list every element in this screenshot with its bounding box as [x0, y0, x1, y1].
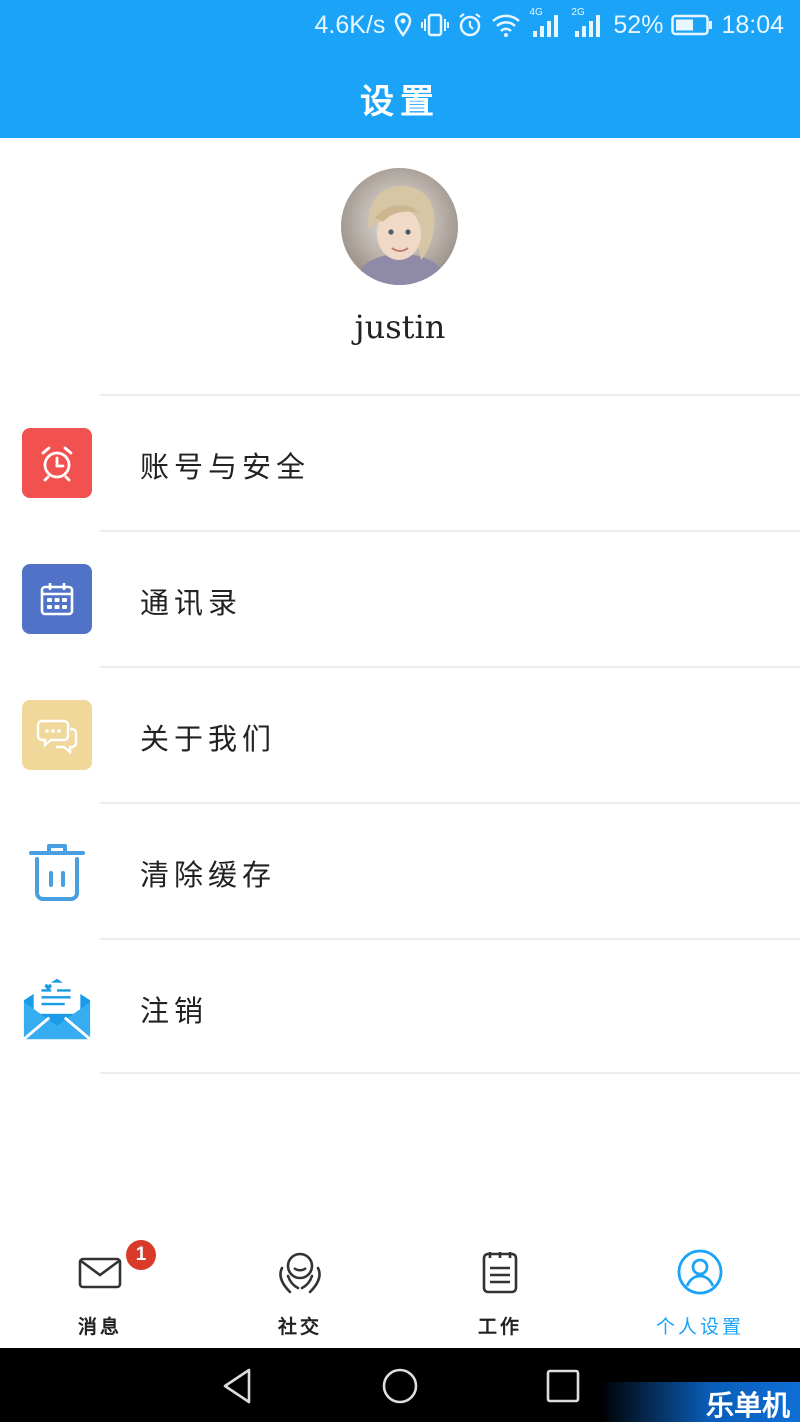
watermark-text: 乐单机 [705, 1389, 790, 1422]
tab-label: 消息 [77, 1316, 122, 1338]
divider [100, 394, 800, 396]
avatar[interactable] [341, 168, 458, 285]
menu-item-label: 账号与安全 [140, 450, 311, 484]
menu-item-about-us[interactable]: 关于我们 [0, 666, 800, 802]
home-icon[interactable] [380, 1366, 420, 1406]
signal-4g-icon: 4G [529, 7, 563, 39]
notepad-icon [482, 1252, 518, 1294]
menu-item-label: 关于我们 [140, 722, 277, 756]
unread-badge: 1 [126, 1240, 156, 1270]
trash-icon [22, 836, 92, 906]
tab-social[interactable]: 社交 [200, 1232, 400, 1348]
username: justin [354, 308, 446, 346]
mail-icon [78, 1257, 122, 1289]
divider [100, 1072, 800, 1074]
divider [100, 666, 800, 668]
divider [100, 802, 800, 804]
chat-bubbles-icon [22, 700, 92, 770]
menu-item-label: 通讯录 [140, 586, 243, 620]
tab-label: 工作 [477, 1316, 522, 1338]
net-speed: 4.6K/s [314, 10, 386, 39]
battery-percent: 52% [613, 10, 664, 39]
bottom-tab-bar: 1 消息 社交 工作 个人设置 [0, 1232, 800, 1348]
watermark: 乐单机 [600, 1382, 800, 1422]
battery-icon [671, 14, 713, 36]
social-icon [279, 1252, 321, 1294]
calendar-icon [22, 564, 92, 634]
menu-item-contacts[interactable]: 通讯录 [0, 530, 800, 666]
status-indicators: 4.6K/s 4G 2G 52% 18:04 [314, 7, 784, 42]
tab-personal-settings[interactable]: 个人设置 [600, 1232, 800, 1348]
tab-messages[interactable]: 1 消息 [0, 1232, 200, 1348]
tab-label: 社交 [277, 1316, 322, 1338]
location-icon [395, 12, 412, 38]
alarm-icon [459, 13, 482, 37]
settings-menu: 账号与安全 通讯录 关于我们 清除缓存 注销 [0, 394, 800, 1074]
divider [100, 938, 800, 940]
user-circle-icon [677, 1249, 723, 1295]
recents-icon[interactable] [543, 1366, 583, 1406]
page-title: 设置 [360, 82, 440, 122]
avatar-image [341, 168, 458, 285]
vibrate-icon [421, 13, 450, 37]
alarm-clock-icon [22, 428, 92, 498]
menu-item-label: 注销 [140, 994, 209, 1028]
signal-2g-icon: 2G [571, 7, 605, 39]
wifi-icon [492, 14, 521, 37]
menu-item-clear-cache[interactable]: 清除缓存 [0, 802, 800, 938]
menu-item-label: 清除缓存 [140, 858, 277, 892]
menu-item-account-security[interactable]: 账号与安全 [0, 394, 800, 530]
tab-label: 个人设置 [655, 1316, 744, 1338]
divider [100, 530, 800, 532]
app-header: 4.6K/s 4G 2G 52% 18:04 设置 [0, 0, 800, 138]
envelope-icon [22, 972, 92, 1042]
menu-item-logout[interactable]: 注销 [0, 938, 800, 1074]
status-bar: 4.6K/s 4G 2G 52% 18:04 [0, 0, 800, 50]
back-icon[interactable] [218, 1366, 258, 1406]
status-time: 18:04 [721, 10, 784, 39]
tab-work[interactable]: 工作 [400, 1232, 600, 1348]
